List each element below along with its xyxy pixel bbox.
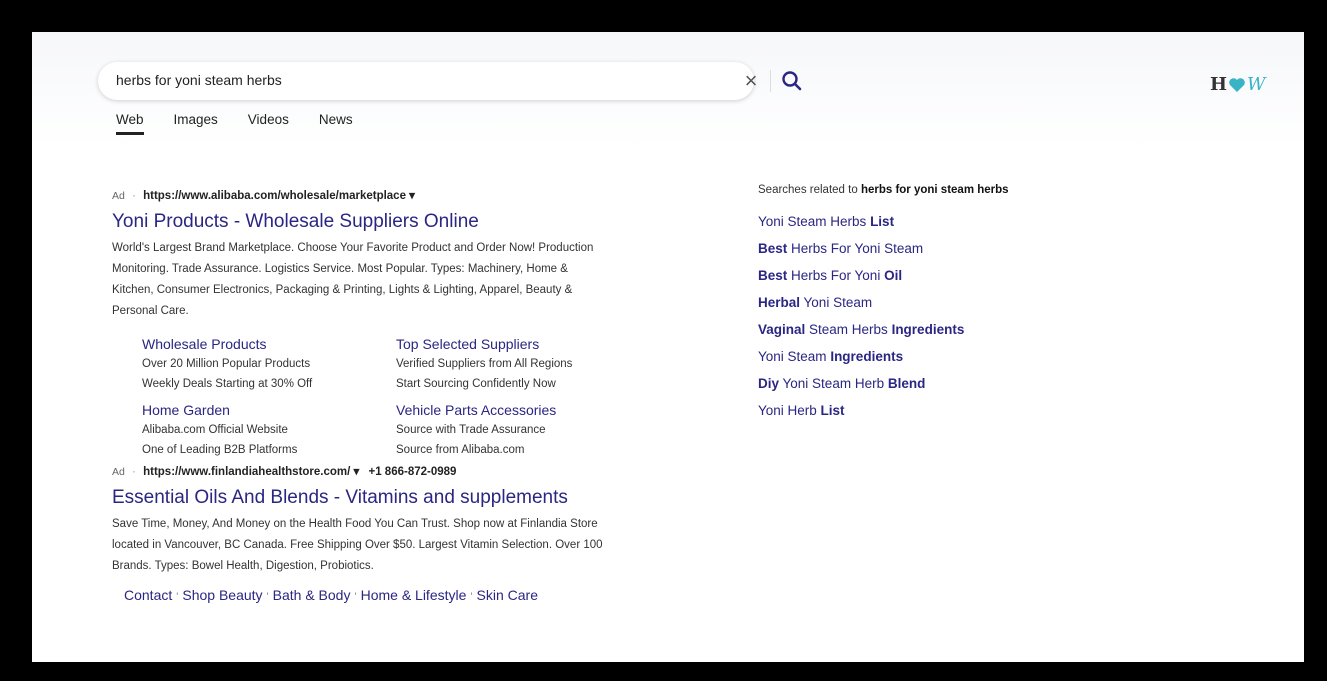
sitelink: Wholesale Products Over 20 Million Popul… <box>142 334 396 394</box>
logo-w: W <box>1247 74 1266 95</box>
sitelink-shop-beauty[interactable]: Shop Beauty <box>182 587 262 603</box>
tab-videos[interactable]: Videos <box>248 112 289 135</box>
sitelink-bath-body[interactable]: Bath & Body <box>273 587 351 603</box>
search-input[interactable]: herbs for yoni steam herbs <box>116 72 282 88</box>
heart-icon <box>1229 77 1245 92</box>
desc-line: Save Time, Money, And Money on the Healt… <box>112 518 598 530</box>
related-heading-prefix: Searches related to <box>758 184 858 196</box>
sitelink-title[interactable]: Wholesale Products <box>142 334 396 354</box>
divider <box>770 70 771 92</box>
sitelink-home-lifestyle[interactable]: Home & Lifestyle <box>361 587 467 603</box>
sitelink-line: Source with Trade Assurance <box>396 424 546 436</box>
sitelink: Home Garden Alibaba.com Official Website… <box>142 400 396 460</box>
sitelink-title[interactable]: Home Garden <box>142 400 396 420</box>
related-searches: Searches related to herbs for yoni steam… <box>758 184 1178 424</box>
related-heading-query: herbs for yoni steam herbs <box>860 184 1009 196</box>
related-item[interactable]: Best Herbs For Yoni Steam <box>758 235 1178 262</box>
related-item[interactable]: Yoni Herb List <box>758 397 1178 424</box>
close-icon[interactable]: × <box>738 68 764 94</box>
desc-line: Monitoring. Trade Assurance. Logistics S… <box>112 263 568 275</box>
result-title[interactable]: Yoni Products - Wholesale Suppliers Onli… <box>112 210 692 234</box>
ad-url[interactable]: https://www.alibaba.com/wholesale/market… <box>143 190 415 202</box>
sitelink-contact[interactable]: Contact <box>124 587 172 603</box>
sitelinks: Wholesale Products Over 20 Million Popul… <box>142 334 692 460</box>
tab-images[interactable]: Images <box>174 112 218 135</box>
sitelink-skin-care[interactable]: Skin Care <box>477 587 538 603</box>
sitelink-line: One of Leading B2B Platforms <box>142 444 298 456</box>
sitelink-line: Verified Suppliers from All Regions <box>396 358 573 370</box>
tab-web[interactable]: Web <box>116 112 144 135</box>
search-header: herbs for yoni steam herbs × Web Images … <box>32 32 1304 148</box>
ad-url-line: Ad · https://www.alibaba.com/wholesale/m… <box>112 190 415 202</box>
desc-line: World's Largest Brand Marketplace. Choos… <box>112 242 594 254</box>
desc-line: Personal Care. <box>112 305 189 317</box>
desc-line: Brands. Types: Bowel Health, Digestion, … <box>112 560 374 572</box>
sitelink-title[interactable]: Vehicle Parts Accessories <box>396 400 650 420</box>
related-item[interactable]: Herbal Yoni Steam <box>758 289 1178 316</box>
related-heading: Searches related to herbs for yoni steam… <box>758 184 1178 196</box>
tab-news[interactable]: News <box>319 112 353 135</box>
search-icon[interactable] <box>780 69 804 93</box>
sitelink-line: Source from Alibaba.com <box>396 444 525 456</box>
result-description: Save Time, Money, And Money on the Healt… <box>112 514 692 577</box>
sitelink-line: Weekly Deals Starting at 30% Off <box>142 378 313 390</box>
sitelink-title[interactable]: Top Selected Suppliers <box>396 334 650 354</box>
desc-line: Kitchen, Consumer Electronics, Packaging… <box>112 284 573 296</box>
sitelink: Top Selected Suppliers Verified Supplier… <box>396 334 650 394</box>
results-list: Ad · https://www.alibaba.com/wholesale/m… <box>112 188 692 603</box>
sitelink-line: Alibaba.com Official Website <box>142 424 288 436</box>
related-item[interactable]: Diy Yoni Steam Herb Blend <box>758 370 1178 397</box>
sitelink-line: Over 20 Million Popular Products <box>142 358 311 370</box>
related-item[interactable]: Yoni Steam Ingredients <box>758 343 1178 370</box>
ad-phone[interactable]: +1 866-872-0989 <box>369 466 457 478</box>
result-title[interactable]: Essential Oils And Blends - Vitamins and… <box>112 486 692 510</box>
ad-url[interactable]: https://www.finlandiahealthstore.com/ ▾ <box>143 466 359 478</box>
related-item[interactable]: Vaginal Steam Herbs Ingredients <box>758 316 1178 343</box>
sitelink-line: Start Sourcing Confidently Now <box>396 378 556 390</box>
inline-sitelinks: Contact ' Shop Beauty ' Bath & Body ' Home & L… <box>124 587 538 603</box>
related-item[interactable]: Best Herbs For Yoni Oil <box>758 262 1178 289</box>
search-tabs: Web Images Videos News <box>116 112 383 135</box>
ad-url-line: Ad · https://www.finlandiahealthstore.co… <box>112 466 457 478</box>
ad-label: Ad <box>112 190 125 202</box>
search-box[interactable]: herbs for yoni steam herbs × <box>98 62 802 100</box>
sitelink: Vehicle Parts Accessories Source with Tr… <box>396 400 650 460</box>
desc-line: located in Vancouver, BC Canada. Free Sh… <box>112 539 603 551</box>
logo-h: H <box>1210 74 1228 95</box>
logo[interactable]: H W <box>1210 74 1266 95</box>
result-description: World's Largest Brand Marketplace. Choos… <box>112 238 692 322</box>
ad-label: Ad <box>112 466 125 478</box>
browser-frame: herbs for yoni steam herbs × Web Images … <box>32 32 1304 662</box>
related-item[interactable]: Yoni Steam Herbs List <box>758 208 1178 235</box>
